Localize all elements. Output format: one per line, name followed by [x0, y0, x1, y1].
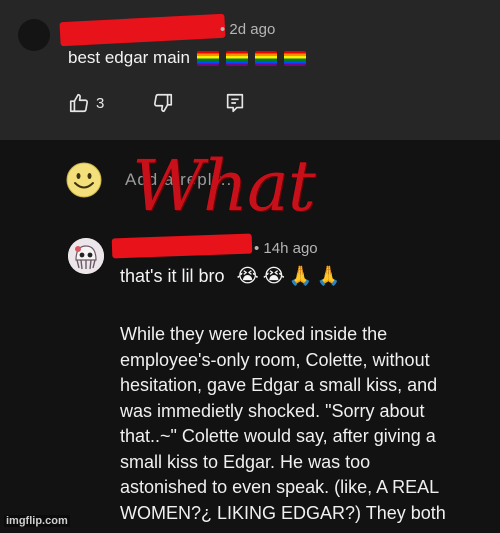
reply-timestamp: • 14h ago: [254, 240, 318, 257]
comment-body: best edgar main: [68, 48, 190, 67]
reply-comment-icon: [227, 93, 244, 113]
watermark: imgflip.com: [4, 515, 70, 527]
praying-hands-emoji: 🙏: [316, 265, 341, 287]
like-button[interactable]: 3: [68, 92, 104, 114]
commenter-avatar[interactable]: [18, 19, 50, 51]
comment-actions: 3: [68, 92, 246, 114]
thumbs-up-icon: [69, 93, 89, 113]
thumbs-down-icon: [154, 93, 173, 113]
crying-emoji: 😭: [262, 265, 285, 287]
story-line: that..~" Colette would say, after giving…: [120, 426, 436, 446]
story-line: WOMEN?¿ LIKING EDGAR?) They both: [120, 502, 446, 523]
rainbow-flag-icon: [225, 50, 248, 66]
reply-button[interactable]: [224, 92, 246, 114]
reply-avatar[interactable]: [68, 238, 104, 274]
story-line: employee's-only room, Colette, without: [120, 349, 430, 370]
story-line: was immedietly shocked. "Sorry about: [120, 400, 425, 421]
praying-hands-emoji: 🙏: [288, 265, 313, 287]
squid-avatar-icon: [68, 238, 104, 274]
story-line: While they were locked inside the: [120, 324, 388, 344]
dislike-button[interactable]: [152, 92, 174, 114]
rainbow-flag-icon: [196, 50, 219, 66]
like-count: 3: [96, 94, 105, 112]
story-line: astonished to even speak. (like, A REAL: [120, 477, 440, 497]
rainbow-flag-icon: [254, 50, 277, 66]
overlay-caption: What: [132, 145, 316, 227]
crying-emoji: 😭: [236, 265, 259, 287]
reply-first-line: that's it lil bro 😭 😭 🙏 🙏: [120, 266, 340, 287]
reply-first-text: that's it lil bro: [120, 266, 225, 286]
comment-thread-screen: • 2d ago best edgar main 3 Add a reply..…: [0, 0, 500, 533]
comment-text: best edgar main: [68, 48, 306, 68]
story-line: small kiss to Edgar. He was too: [120, 451, 371, 472]
rainbow-flag-icon: [283, 50, 306, 66]
comment-timestamp: • 2d ago: [220, 21, 276, 38]
story-line: hesitation, gave Edgar a small kiss, and: [120, 375, 438, 395]
redacted-reply-username: [111, 233, 253, 259]
user-avatar-smiley[interactable]: [66, 162, 102, 198]
reply-story-text: While they were locked inside the employ…: [120, 322, 500, 526]
